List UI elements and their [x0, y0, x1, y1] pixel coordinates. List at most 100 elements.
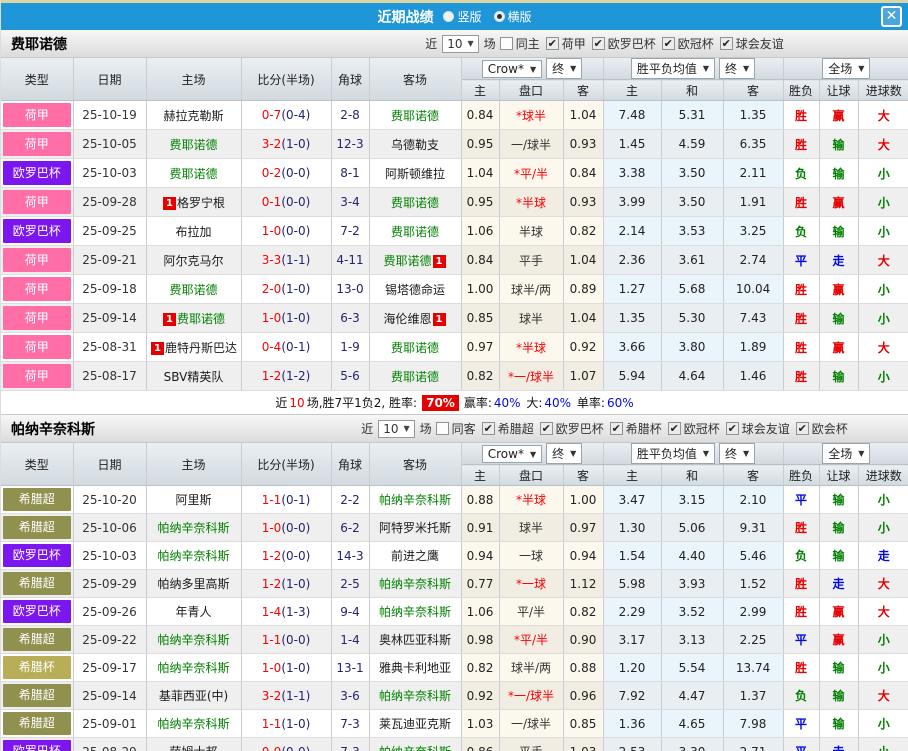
league-cell: 荷甲	[1, 187, 74, 217]
sub-header-5: 客	[723, 79, 784, 101]
fulltime-score: 1-2	[261, 369, 282, 383]
league-checkbox[interactable]: ✔	[725, 422, 739, 435]
result-goals: 小	[858, 361, 908, 391]
corner-score: 7-3	[331, 709, 370, 738]
league-filter-label: 欧会杯	[811, 422, 848, 436]
scope-select[interactable]: 全场 ▼	[822, 58, 871, 79]
handicap-line: *一/球半	[499, 361, 564, 391]
home-team: 帕纳辛奈科斯	[146, 625, 242, 654]
avg-draw: 3.93	[661, 569, 724, 598]
avg-home-win: 2.14	[603, 216, 662, 246]
chevron-down-icon: ▼	[403, 424, 410, 433]
same-venue-checkbox[interactable]	[435, 422, 449, 435]
same-venue-checkbox[interactable]	[499, 37, 513, 50]
odds-home: 0.92	[461, 681, 500, 710]
column-header-0: 类型	[1, 443, 74, 486]
avg-away-win: 2.25	[723, 625, 784, 654]
league-badge: 荷甲	[3, 277, 71, 301]
avg-odds-select[interactable]: 胜平负均值 ▼	[630, 58, 716, 79]
result-outcome: 胜	[783, 100, 820, 130]
league-cell: 欧罗巴杯	[1, 597, 74, 626]
league-checkbox[interactable]: ✔	[539, 422, 553, 435]
odds-home: 0.95	[461, 187, 500, 217]
odds-home: 0.88	[461, 485, 500, 514]
result-outcome: 胜	[783, 187, 820, 217]
matches-label: 场	[483, 37, 496, 51]
away-team: 阿斯顿维拉	[369, 158, 462, 188]
radio-unselected-icon[interactable]	[443, 11, 455, 22]
league-checkbox[interactable]: ✔	[795, 422, 809, 435]
stats-summary: 近 10 场,胜7平1负2, 胜率: 70% 赢率: 40% 大: 40% 单率: 60%	[1, 391, 908, 415]
match-score: 1-0(0-0)	[241, 513, 332, 542]
match-score: 1-2(1-2)	[241, 361, 332, 391]
result-handicap: 输	[819, 653, 859, 682]
scope-select[interactable]: 全场 ▼	[822, 443, 871, 464]
avg-away-win: 1.37	[723, 681, 784, 710]
bookmaker-select-value: Crow*	[487, 62, 524, 76]
bookmaker-select[interactable]: Crow* ▼	[481, 445, 543, 463]
radio-horizontal-layout[interactable]: 横版	[493, 8, 532, 25]
close-button[interactable]: ✕	[881, 6, 902, 27]
sub-header-2: 客	[563, 464, 604, 486]
sub-header-6: 胜负	[783, 464, 820, 486]
final-odds-select[interactable]: 终 ▼	[546, 58, 583, 79]
bookmaker-select[interactable]: Crow* ▼	[481, 60, 543, 78]
avg-draw: 3.52	[661, 597, 724, 626]
corner-score: 14-3	[331, 541, 370, 570]
league-checkbox[interactable]: ✔	[609, 422, 623, 435]
radio-horizontal-label: 横版	[507, 10, 532, 24]
team-name: 费耶诺德	[11, 36, 67, 53]
chevron-down-icon: ▼	[529, 64, 537, 74]
halftime-score: (1-0)	[281, 282, 311, 296]
result-goals: 小	[858, 303, 908, 333]
final-avg-select[interactable]: 终 ▼	[719, 58, 756, 79]
handicap-line: 球半/两	[499, 653, 564, 682]
final-avg-select[interactable]: 终 ▼	[719, 443, 756, 464]
league-checkbox[interactable]: ✔	[661, 37, 675, 50]
league-checkbox[interactable]: ✔	[667, 422, 681, 435]
league-checkbox[interactable]: ✔	[591, 37, 605, 50]
away-team: 帕纳辛奈科斯	[369, 569, 462, 598]
league-badge: 希腊杯	[3, 656, 71, 679]
chevron-down-icon: ▼	[529, 449, 537, 459]
chevron-down-icon: ▼	[702, 64, 710, 73]
chevron-down-icon: ▼	[570, 449, 577, 458]
result-handicap: 输	[819, 129, 859, 159]
match-score: 1-1(0-1)	[241, 485, 332, 514]
handicap-rate-value: 40%	[493, 395, 521, 410]
match-count-select[interactable]: 10 ▼	[378, 419, 415, 438]
away-team: 乌德勒支	[369, 129, 462, 159]
avg-home-win: 2.53	[603, 737, 662, 751]
odds-home: 0.82	[461, 361, 500, 391]
match-date: 25-08-17	[73, 361, 147, 391]
league-checkbox[interactable]: ✔	[545, 37, 559, 50]
league-badge: 荷甲	[3, 364, 71, 388]
corner-score: 8-1	[331, 158, 370, 188]
league-badge: 荷甲	[3, 306, 71, 330]
result-handicap: 输	[819, 303, 859, 333]
match-count-select[interactable]: 10 ▼	[442, 34, 479, 53]
radio-selected-icon[interactable]	[493, 11, 505, 22]
match-date: 25-09-25	[73, 216, 147, 246]
match-date: 25-10-03	[73, 541, 147, 570]
filter-bar: 近 10 ▼ 场同主 ✔ 荷甲 ✔ 欧罗巴杯 ✔ 欧冠杯 ✔ 球会友谊	[301, 34, 908, 53]
final-odds-select[interactable]: 终 ▼	[546, 443, 583, 464]
match-date: 25-09-17	[73, 653, 147, 682]
radio-vertical-layout[interactable]: 竖版	[443, 8, 482, 25]
result-goals: 大	[858, 245, 908, 275]
away-team: 锡塔德命运	[369, 274, 462, 304]
avg-odds-select[interactable]: 胜平负均值 ▼	[630, 443, 716, 464]
corner-score: 2-8	[331, 100, 370, 130]
card-count-badge: 1	[162, 312, 176, 326]
sub-header-7: 让球	[819, 79, 859, 101]
avg-group-header: 胜平负均值 ▼ 终 ▼	[603, 443, 784, 465]
bookmaker-select-value: Crow*	[487, 447, 524, 461]
league-checkbox[interactable]: ✔	[719, 37, 733, 50]
avg-draw: 5.30	[661, 303, 724, 333]
league-filter-label: 欧冠杯	[677, 37, 714, 51]
league-checkbox[interactable]: ✔	[481, 422, 495, 435]
match-date: 25-10-03	[73, 158, 147, 188]
result-handicap: 输	[819, 216, 859, 246]
away-team: 奥林匹亚科斯	[369, 625, 462, 654]
result-outcome: 胜	[783, 569, 820, 598]
